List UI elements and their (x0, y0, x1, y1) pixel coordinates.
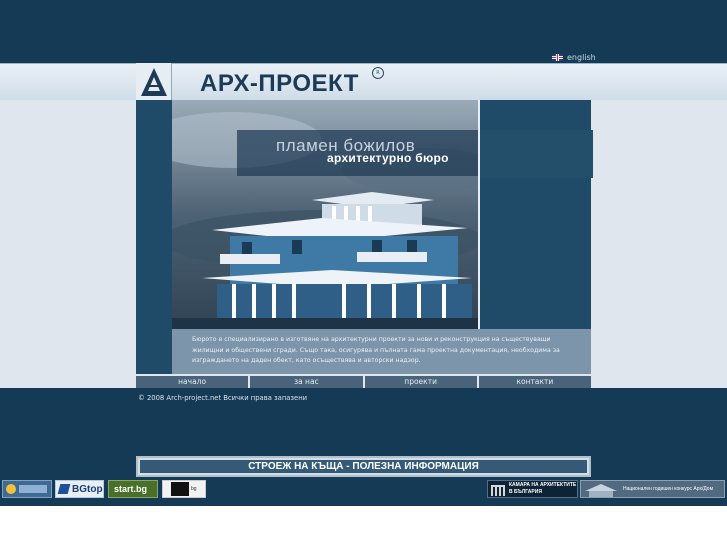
startbg-label: start.bg (114, 484, 148, 494)
chamber-label-line1: КАМАРА НА АРХИТЕКТИТЕ (509, 482, 577, 488)
info-link[interactable]: СТРОЕЖ НА КЪЩА - ПОЛЕЗНА ИНФОРМАЦИЯ (140, 460, 587, 473)
arhbg-label: bg (191, 486, 197, 492)
chamber-label-line2: В БЪЛГАРИЯ (509, 489, 542, 495)
main-frame: АРХ-ПРОЕКТ R пламен божилов архитектурно… (136, 63, 593, 388)
arhbg-badge[interactable]: bg (162, 480, 206, 498)
right-column-highlight (480, 130, 593, 178)
info-link-frame: СТРОЕЖ НА КЪЩА - ПОЛЕЗНА ИНФОРМАЦИЯ (136, 456, 591, 477)
registered-mark: R (372, 67, 384, 79)
logo[interactable] (136, 63, 172, 100)
logo-triangle-icon (140, 67, 167, 96)
left-column (136, 100, 172, 329)
counter-badge[interactable] (2, 480, 52, 498)
house-sketch-icon (585, 484, 617, 497)
nav-item-projects[interactable]: проекти (364, 376, 477, 388)
nav-item-home[interactable]: начало (136, 376, 249, 388)
chamber-logo-icon (491, 485, 505, 496)
nav-item-contacts[interactable]: контакти (478, 376, 591, 388)
nav-item-about[interactable]: за нас (250, 376, 363, 388)
startbg-badge[interactable]: start.bg (108, 480, 158, 498)
arhbg-logo-icon (171, 482, 189, 496)
right-column (478, 100, 593, 329)
description-left-block (136, 329, 172, 374)
competition-label: Национален годишен конкурс Арх/Дом (623, 485, 714, 492)
competition-badge[interactable]: Национален годишен конкурс Арх/Дом (580, 480, 725, 498)
language-label: english (567, 53, 596, 62)
hero-subtitle: архитектурно бюро (327, 151, 449, 165)
bgtop-label: BGtop (72, 483, 103, 495)
badge-strip-background (0, 506, 727, 545)
copyright-text: © 2008 Arch-project.net Всички права зап… (138, 394, 308, 402)
description-text: Бюрото е специализирано в изготвяне на а… (172, 329, 591, 374)
main-nav: начало за нас проекти контакти (136, 376, 591, 388)
counter-icon (6, 484, 47, 494)
bgtop-badge[interactable]: BGtop (55, 480, 104, 498)
uk-flag-icon (552, 54, 563, 61)
header-background (0, 0, 727, 63)
brand-title: АРХ-ПРОЕКТ (200, 70, 359, 97)
bgtop-arrow-icon (57, 484, 71, 494)
language-switch[interactable]: english (552, 53, 596, 62)
chamber-architects-badge[interactable]: КАМАРА НА АРХИТЕКТИТЕ В БЪЛГАРИЯ (487, 480, 578, 498)
